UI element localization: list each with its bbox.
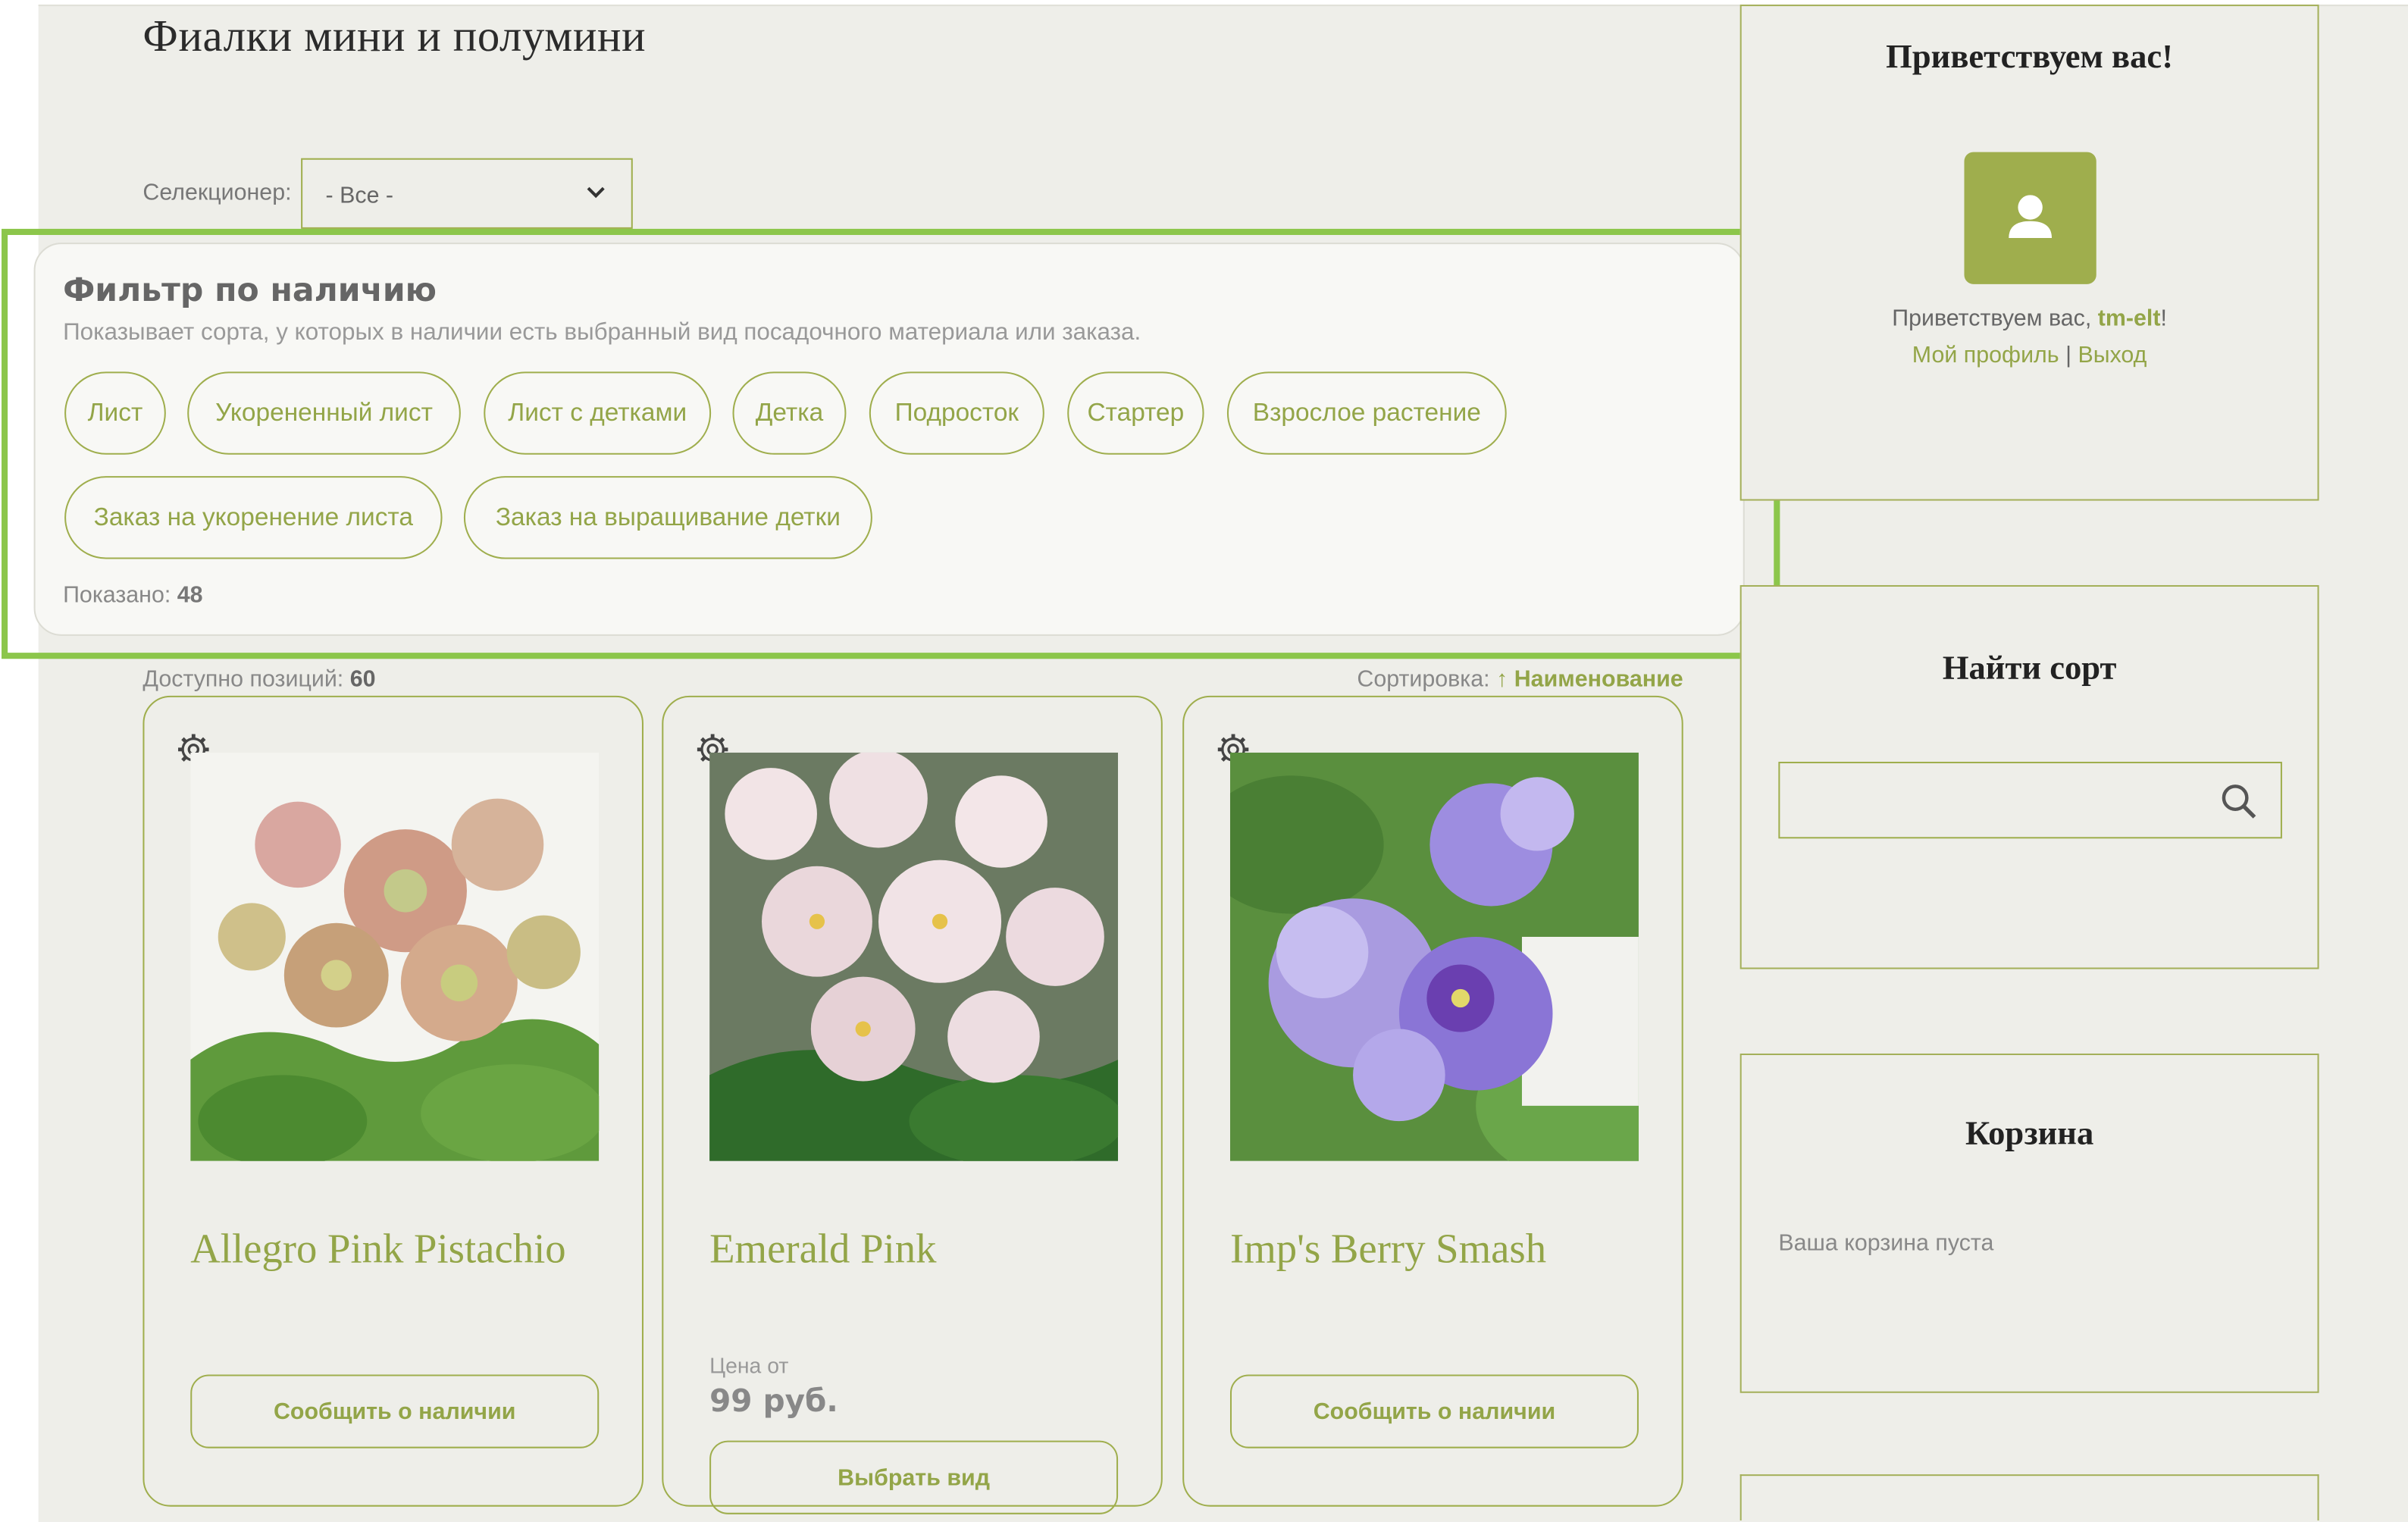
filter-chip-baby[interactable]: Детка xyxy=(732,371,847,455)
cart-empty-text: Ваша корзина пуста xyxy=(1778,1229,1994,1257)
choose-type-button[interactable]: Выбрать вид xyxy=(709,1440,1119,1514)
greeting-end: ! xyxy=(2160,305,2167,332)
greeting-text: Приветствуем вас, xyxy=(1892,305,2098,332)
my-profile-link[interactable]: Мой профиль xyxy=(1912,343,2059,368)
available-label: Доступно позиций: xyxy=(142,666,344,693)
price-value: 99 руб. xyxy=(709,1382,838,1420)
product-photo[interactable] xyxy=(190,752,600,1161)
search-title: Найти сорт xyxy=(1942,648,2117,687)
filter-chip-starter[interactable]: Стартер xyxy=(1067,371,1204,455)
product-name[interactable]: Imp's Berry Smash xyxy=(1230,1226,1546,1273)
links-separator: | xyxy=(2065,342,2071,369)
sort-by-name-link[interactable]: Наименование xyxy=(1514,666,1683,692)
next-widget xyxy=(1739,1474,2319,1520)
search-input[interactable] xyxy=(1778,761,2282,839)
filter-chip-order-baby-growing[interactable]: Заказ на выращивание детки xyxy=(463,476,872,559)
available-value: 60 xyxy=(349,666,376,693)
product-card: Emerald Pink Цена от 99 руб. Выбрать вид xyxy=(662,695,1163,1514)
product-name[interactable]: Allegro Pink Pistachio xyxy=(190,1226,565,1273)
account-links: Мой профиль | Выход xyxy=(1742,343,2318,368)
filter-chip-adult-plant[interactable]: Взрослое растение xyxy=(1226,371,1507,455)
shown-count: Показано: 48 xyxy=(63,582,203,608)
available-count: Доступно позиций: 60 xyxy=(142,666,375,692)
filter-chip-leaf[interactable]: Лист xyxy=(64,371,166,455)
filter-title: Фильтр по наличию xyxy=(63,271,437,309)
filter-chip-teen[interactable]: Подросток xyxy=(869,371,1044,455)
chevron-down-icon xyxy=(587,186,605,199)
product-card: Allegro Pink Pistachio Сообщить о наличи… xyxy=(142,695,643,1507)
cart-title: Корзина xyxy=(1965,1113,2094,1152)
notify-availability-button[interactable]: Сообщить о наличии xyxy=(1229,1374,1639,1448)
welcome-widget: Приветствуем вас! Приветствуем вас, tm-e… xyxy=(1739,5,2319,501)
search-widget: Найти сорт xyxy=(1739,584,2319,969)
breeder-select[interactable]: - Все - xyxy=(301,158,633,229)
sort-control: Сортировка: ↑ Наименование xyxy=(1357,666,1683,692)
filter-chip-order-leaf-rooting[interactable]: Заказ на укоренение листа xyxy=(64,476,443,559)
filter-chip-rooted-leaf[interactable]: Укорененный лист xyxy=(187,371,461,455)
welcome-title: Приветствуем вас! xyxy=(1886,36,2174,76)
notify-availability-button[interactable]: Сообщить о наличии xyxy=(190,1374,600,1448)
sort-arrow-up-icon: ↑ xyxy=(1496,666,1508,693)
welcome-greeting: Приветствуем вас, tm-elt! xyxy=(1742,305,2318,331)
product-photo[interactable] xyxy=(709,752,1119,1161)
breeder-label: Селекционер: xyxy=(142,180,292,206)
cart-widget: Корзина Ваша корзина пуста xyxy=(1739,1053,2319,1393)
product-photo[interactable] xyxy=(1229,752,1639,1161)
shown-value: 48 xyxy=(177,581,203,609)
page-title: Фиалки мини и полумини xyxy=(142,12,647,62)
product-name[interactable]: Emerald Pink xyxy=(709,1226,936,1273)
page-canvas: Фиалки мини и полумини Селекционер: - Вс… xyxy=(0,0,2408,1522)
logout-link[interactable]: Выход xyxy=(2078,343,2147,368)
product-card: Imp's Berry Smash Сообщить о наличии xyxy=(1182,695,1683,1507)
username-link[interactable]: tm-elt xyxy=(2098,305,2161,331)
sort-label: Сортировка: xyxy=(1357,666,1490,693)
search-icon[interactable] xyxy=(2219,781,2259,822)
avatar[interactable] xyxy=(1964,152,2096,284)
price-label: Цена от xyxy=(709,1353,789,1378)
filter-chip-leaf-with-babies[interactable]: Лист с детками xyxy=(484,371,712,455)
user-icon xyxy=(2009,195,2053,239)
filter-description: Показывает сорта, у которых в наличии ес… xyxy=(63,319,1141,346)
breeder-select-value: - Все - xyxy=(325,183,394,209)
shown-label: Показано: xyxy=(63,581,171,609)
